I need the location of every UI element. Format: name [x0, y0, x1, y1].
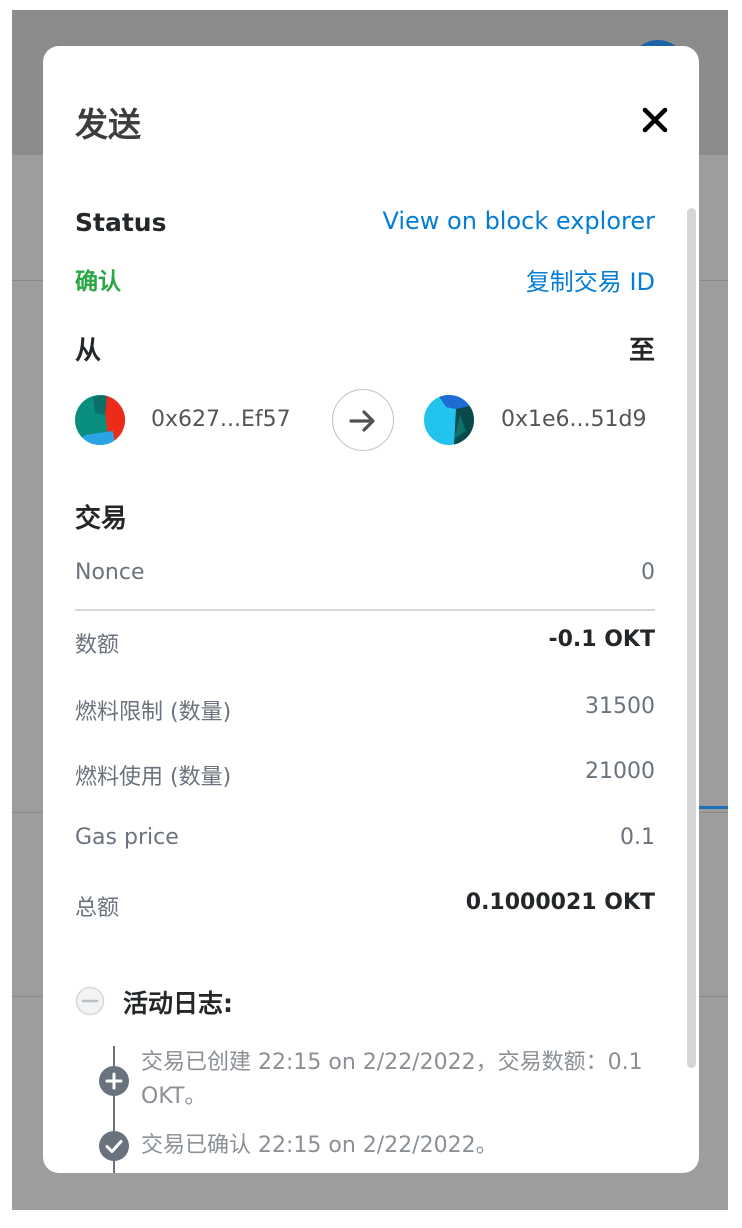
plus-circle-icon: [99, 1066, 129, 1096]
arrow-right-icon: [349, 410, 375, 432]
close-icon: [642, 107, 668, 133]
transaction-details-modal: 发送 Status View on block explorer 确认 复制交易…: [43, 46, 699, 1173]
minus-circle-icon: [75, 986, 105, 1016]
row-value: 21000: [585, 759, 655, 784]
activity-log-toggle[interactable]: [75, 986, 105, 1016]
row-label: 数额: [75, 633, 120, 658]
recipient-avatar-icon: [424, 395, 474, 445]
to-label: 至: [628, 336, 655, 366]
activity-log-entry: 交易已确认 22:15 on 2/22/2022。: [141, 1133, 498, 1158]
row-value: 0.1000021 OKT: [465, 890, 655, 915]
amount-row: 数额 -0.1 OKT: [75, 627, 655, 659]
scrollbar[interactable]: [687, 208, 696, 1068]
status-label: Status: [75, 208, 167, 237]
gas-used-row: 燃料使用 (数量) 21000: [75, 759, 655, 791]
row-value: 0.1: [620, 825, 655, 850]
view-on-block-explorer-link[interactable]: View on block explorer: [382, 207, 655, 235]
from-label: 从: [75, 336, 102, 366]
activity-log-title: 活动日志:: [123, 989, 233, 1018]
nonce-row: Nonce 0: [75, 560, 655, 592]
row-value: -0.1 OKT: [548, 627, 655, 652]
copy-transaction-id-link[interactable]: 复制交易 ID: [526, 262, 655, 297]
row-label: 燃料使用 (数量): [75, 765, 232, 790]
close-button[interactable]: [637, 102, 673, 138]
row-value: 31500: [585, 694, 655, 719]
check-circle-icon: [99, 1131, 129, 1161]
to-address[interactable]: 0x1e6...51d9: [501, 407, 646, 432]
activity-log-entry: 交易已创建 22:15 on 2/22/2022，交易数额：0.1 OKT。: [141, 1050, 643, 1109]
transaction-heading: 交易: [75, 504, 128, 534]
modal-title: 发送: [75, 105, 141, 144]
arrow-circle: [332, 389, 394, 451]
gas-limit-row: 燃料限制 (数量) 31500: [75, 694, 655, 726]
sender-avatar-icon: [75, 395, 125, 445]
gas-price-row: Gas price 0.1: [75, 825, 655, 857]
status-value: 确认: [75, 269, 121, 295]
total-row: 总额 0.1000021 OKT: [75, 890, 655, 922]
row-label: 燃料限制 (数量): [75, 700, 232, 725]
row-label: Gas price: [75, 825, 179, 850]
address-row: 0x627...Ef57 0x1e6...51d9: [43, 386, 699, 456]
row-value: 0: [641, 560, 655, 585]
row-label: Nonce: [75, 560, 145, 585]
divider: [75, 609, 655, 611]
from-address[interactable]: 0x627...Ef57: [151, 407, 291, 432]
row-label: 总额: [75, 896, 120, 921]
